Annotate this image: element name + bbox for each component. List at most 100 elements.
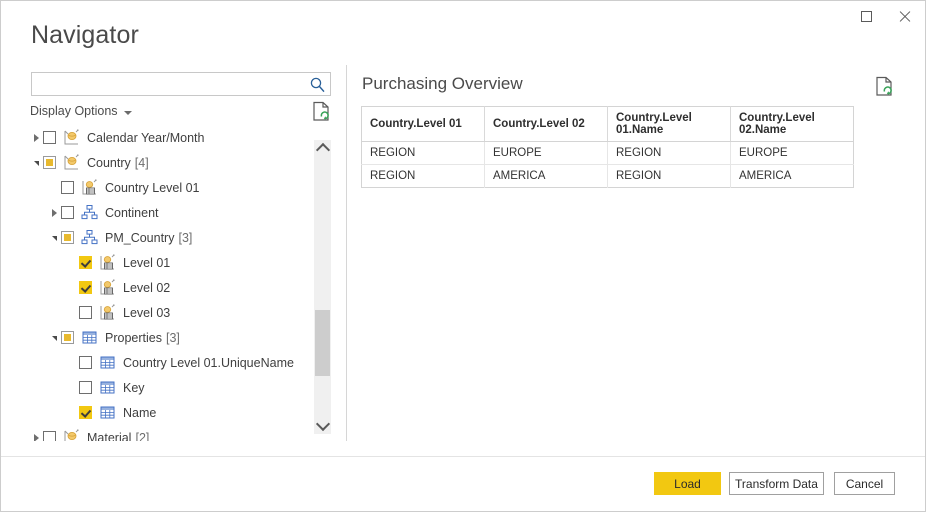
tree-item-level-03[interactable]: Level 03 <box>30 300 315 325</box>
checkbox-checked[interactable] <box>79 406 92 419</box>
hierarchy-icon <box>81 229 98 246</box>
table-column-header[interactable]: Country.Level 02.Name <box>731 107 854 142</box>
preview-title: Purchasing Overview <box>362 74 523 94</box>
level-icon <box>99 304 116 321</box>
tree-item-count: [2] <box>135 431 149 442</box>
tree-item-calendar-year-month[interactable]: Calendar Year/Month <box>30 125 315 150</box>
table-cell: EUROPE <box>485 142 608 165</box>
refresh-document-icon[interactable] <box>312 101 331 122</box>
navigator-dialog: Navigator Display Options Calendar Year/… <box>0 0 926 512</box>
tree-item-properties[interactable]: Properties [3] <box>30 325 315 350</box>
cube-icon <box>63 429 80 441</box>
table-icon <box>99 404 116 421</box>
table-header-row: Country.Level 01Country.Level 02Country.… <box>362 107 854 142</box>
table-column-header[interactable]: Country.Level 02 <box>485 107 608 142</box>
checkbox-unchecked[interactable] <box>61 181 74 194</box>
collapse-arrow-icon[interactable] <box>30 159 43 166</box>
scroll-up-button[interactable] <box>314 140 331 157</box>
display-options-dropdown[interactable]: Display Options <box>30 104 132 118</box>
maximize-button[interactable] <box>847 1 885 31</box>
table-column-header[interactable]: Country.Level 01 <box>362 107 485 142</box>
display-options-label: Display Options <box>30 104 118 118</box>
load-button[interactable]: Load <box>654 472 721 495</box>
refresh-document-icon[interactable] <box>875 76 894 97</box>
tree-item-label: PM_Country <box>105 231 174 245</box>
tree-item-label: Name <box>123 406 156 420</box>
table-row: REGIONAMERICAREGIONAMERICA <box>362 165 854 188</box>
tree-item-label: Material <box>87 431 131 442</box>
tree-item-country-level-01-uniquename[interactable]: Country Level 01.UniqueName <box>30 350 315 375</box>
checkbox-checked[interactable] <box>79 281 92 294</box>
table-cell: AMERICA <box>485 165 608 188</box>
checkbox-unchecked[interactable] <box>43 431 56 441</box>
table-icon <box>81 329 98 346</box>
collapse-arrow-icon[interactable] <box>48 334 61 341</box>
tree-item-material[interactable]: Material [2] <box>30 425 315 441</box>
cancel-button[interactable]: Cancel <box>834 472 895 495</box>
close-button[interactable] <box>885 1 923 31</box>
checkbox-partial[interactable] <box>43 156 56 169</box>
tree-item-label: Country Level 01 <box>105 181 200 195</box>
tree-item-country-level-01[interactable]: Country Level 01 <box>30 175 315 200</box>
tree-item-label: Level 01 <box>123 256 170 270</box>
tree-item-label: Calendar Year/Month <box>87 131 204 145</box>
chevron-down-icon <box>315 417 329 431</box>
tree-item-name[interactable]: Name <box>30 400 315 425</box>
cube-icon <box>63 129 80 146</box>
search-icon[interactable] <box>309 76 326 93</box>
pane-divider <box>346 65 347 441</box>
checkbox-unchecked[interactable] <box>43 131 56 144</box>
tree-item-count: [3] <box>166 331 180 345</box>
table-cell: EUROPE <box>731 142 854 165</box>
table-cell: REGION <box>608 165 731 188</box>
checkbox-unchecked[interactable] <box>79 306 92 319</box>
tree-item-key[interactable]: Key <box>30 375 315 400</box>
checkbox-unchecked[interactable] <box>79 356 92 369</box>
level-icon <box>99 254 116 271</box>
tree-item-label: Properties <box>105 331 162 345</box>
table-column-header[interactable]: Country.Level 01.Name <box>608 107 731 142</box>
table-cell: REGION <box>362 142 485 165</box>
table-cell: REGION <box>362 165 485 188</box>
tree-item-level-02[interactable]: Level 02 <box>30 275 315 300</box>
search-input[interactable] <box>32 73 306 95</box>
source-tree[interactable]: Calendar Year/Month Country [4] Country Lev… <box>30 125 315 441</box>
tree-item-continent[interactable]: Continent <box>30 200 315 225</box>
collapse-arrow-icon[interactable] <box>48 234 61 241</box>
tree-item-level-01[interactable]: Level 01 <box>30 250 315 275</box>
preview-table: Country.Level 01Country.Level 02Country.… <box>361 106 854 188</box>
maximize-icon <box>861 11 872 22</box>
level-icon <box>81 179 98 196</box>
checkbox-unchecked[interactable] <box>61 206 74 219</box>
scrollbar-thumb[interactable] <box>315 310 330 376</box>
expand-arrow-icon[interactable] <box>48 209 61 217</box>
chevron-up-icon <box>315 143 329 157</box>
checkbox-checked[interactable] <box>79 256 92 269</box>
tree-item-label: Country <box>87 156 131 170</box>
search-box[interactable] <box>31 72 331 96</box>
tree-item-label: Level 03 <box>123 306 170 320</box>
tree-item-label: Country Level 01.UniqueName <box>123 356 294 370</box>
close-icon <box>898 10 911 23</box>
level-icon <box>99 279 116 296</box>
checkbox-partial[interactable] <box>61 231 74 244</box>
table-icon <box>99 379 116 396</box>
tree-item-count: [3] <box>178 231 192 245</box>
checkbox-unchecked[interactable] <box>79 381 92 394</box>
expand-arrow-icon[interactable] <box>30 134 43 142</box>
tree-item-country[interactable]: Country [4] <box>30 150 315 175</box>
chevron-down-icon <box>124 111 132 115</box>
checkbox-partial[interactable] <box>61 331 74 344</box>
tree-item-pm-country[interactable]: PM_Country [3] <box>30 225 315 250</box>
table-cell: AMERICA <box>731 165 854 188</box>
tree-scrollbar[interactable] <box>314 140 331 434</box>
scroll-down-button[interactable] <box>314 417 331 434</box>
tree-item-label: Level 02 <box>123 281 170 295</box>
table-icon <box>99 354 116 371</box>
table-row: REGIONEUROPEREGIONEUROPE <box>362 142 854 165</box>
transform-data-button[interactable]: Transform Data <box>729 472 824 495</box>
page-title: Navigator <box>31 21 139 50</box>
footer-divider <box>1 456 925 457</box>
expand-arrow-icon[interactable] <box>30 434 43 442</box>
tree-item-count: [4] <box>135 156 149 170</box>
